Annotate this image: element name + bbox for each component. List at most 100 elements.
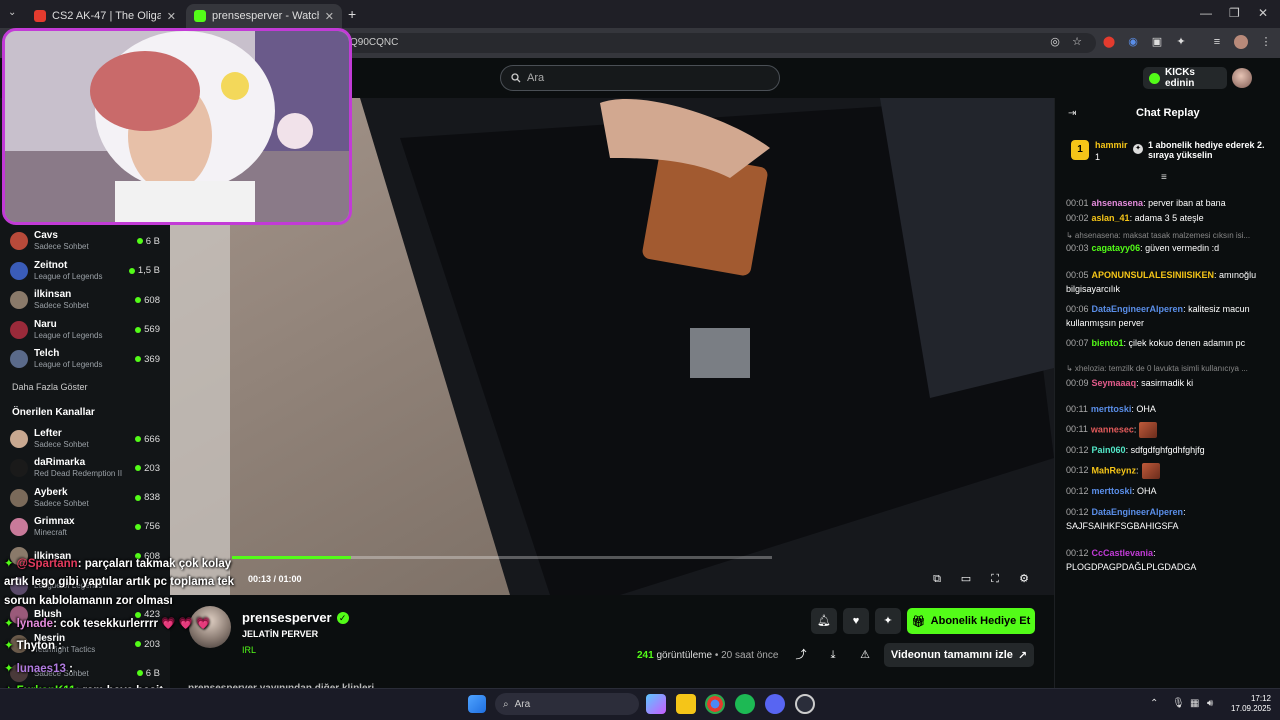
share-icon[interactable]: ⤴ <box>794 648 808 662</box>
tab-cs2[interactable]: CS2 AK-47 | The Oligarch - In g ✕ <box>26 4 184 28</box>
sidebar-channel[interactable]: Grimnax Minecraft 756 <box>10 513 160 541</box>
eye-off-icon[interactable]: ◎ <box>1048 35 1062 49</box>
message-user[interactable]: Pain060 <box>1092 445 1126 455</box>
channel-name[interactable]: prensesperver ✓ <box>242 610 349 625</box>
sidebar-channel[interactable]: Naru League of Legends 569 <box>10 316 160 344</box>
sidebar-channel[interactable]: Ayberk Sadece Sohbet 838 <box>10 484 160 512</box>
minimize-icon[interactable]: — <box>1200 6 1212 20</box>
show-more-link[interactable]: Daha Fazla Göster <box>12 382 88 392</box>
fullscreen-icon[interactable]: ⛶ <box>988 573 1002 586</box>
message-user[interactable]: APONUNSULALESINIISIKEN <box>1092 270 1215 280</box>
message-user[interactable]: cagatayy06 <box>1092 243 1141 253</box>
view-label: görüntüleme <box>656 650 713 661</box>
pip-icon[interactable]: ⧉ <box>930 573 944 586</box>
pinned-text: 1 abonelik hediye ederek 2. sıraya yükse… <box>1148 140 1265 160</box>
sidebar-channel[interactable]: ilkinsan Sadece Sohbet 608 <box>10 286 160 314</box>
url-field[interactable]: Q90CQNC <box>340 33 1096 53</box>
windows-start-icon[interactable] <box>468 695 486 713</box>
report-icon[interactable]: ⚠ <box>858 648 872 662</box>
time-display: 00:13 / 01:00 <box>248 574 302 584</box>
notification-bell-button[interactable]: 🔔︎ <box>811 608 837 634</box>
message-user[interactable]: ahsenasena <box>1092 198 1144 208</box>
steam-icon[interactable] <box>795 694 815 714</box>
chat-message: 00:02 aslan_41: adama 3 5 ateşle <box>1066 211 1270 225</box>
kicks-button[interactable]: KICKs edinin <box>1143 67 1227 89</box>
channel-name: daRimarka <box>34 457 86 469</box>
download-icon[interactable]: ⤓ <box>826 648 840 662</box>
channel-category: Sadece Sohbet <box>34 498 89 508</box>
file-explorer-icon[interactable] <box>676 694 696 714</box>
star-icon[interactable]: ☆ <box>1070 35 1084 49</box>
message-user[interactable]: MahReynz <box>1092 465 1137 475</box>
message-user[interactable]: DataEngineerAlperen <box>1092 304 1184 314</box>
channel-name: Zeitnot <box>34 259 68 271</box>
message-time: 00:12 <box>1066 465 1089 476</box>
puzzle-icon[interactable]: ✦ <box>1174 35 1188 49</box>
discord-icon[interactable] <box>765 694 785 714</box>
taskbar-search[interactable]: ⌕ Ara <box>495 693 639 715</box>
sidebar-channel[interactable]: daRimarka Red Dead Redemption II 203 <box>10 454 160 482</box>
clock-time: 17:12 <box>1250 694 1271 703</box>
message-user[interactable]: Seymaaaq <box>1092 378 1137 388</box>
media-icon[interactable]: ≡ <box>1210 35 1224 49</box>
collapse-chat-icon[interactable]: ⇥ <box>1068 108 1076 119</box>
message-user[interactable]: aslan_41 <box>1092 213 1130 223</box>
search-input[interactable]: Ara <box>500 65 780 91</box>
overlay-text: sorun kablolamanın zor olması <box>4 595 173 607</box>
restore-icon[interactable]: ❐ <box>1229 6 1240 20</box>
copilot-icon[interactable] <box>646 694 666 714</box>
tray-chevron-icon[interactable]: ⌃ <box>1150 698 1158 709</box>
sidebar-channel[interactable]: Zeitnot League of Legends 1,5 B <box>10 257 160 285</box>
channel-text: ilkinsan Sadece Sohbet <box>34 289 135 311</box>
extension-shield-icon[interactable]: ▣ <box>1150 35 1164 49</box>
extension-audio-icon[interactable]: ◉ <box>1126 35 1140 49</box>
filter-icon[interactable]: ≡ <box>1161 172 1167 183</box>
chrome-icon[interactable] <box>705 694 725 714</box>
viewer-count-text: 756 <box>144 521 160 533</box>
channel-avatar <box>10 261 28 280</box>
viewer-count: 756 <box>135 521 160 532</box>
taskbar-clock[interactable]: 17:12 17.09.2025 <box>1227 694 1271 714</box>
message-time: 00:12 <box>1066 507 1089 517</box>
message-text: : sdfgdfghfgdhfghjfg <box>1125 445 1205 455</box>
chat-message: 00:07 biento1: çilek kokuo denen adamın p… <box>1066 336 1270 350</box>
tab-kick[interactable]: prensesperver - Watch clips on ✕ <box>186 4 342 28</box>
new-tab-button[interactable]: + <box>348 6 356 22</box>
message-user[interactable]: merttoski <box>1092 486 1133 496</box>
sparkle-button[interactable]: ✦ <box>875 608 901 634</box>
channel-avatar <box>10 459 28 478</box>
message-user[interactable]: wannesec <box>1091 424 1134 434</box>
sidebar-channel[interactable]: Telch League of Legends 369 <box>10 345 160 373</box>
message-user[interactable]: biento1 <box>1092 338 1124 348</box>
message-time: 00:11 <box>1066 404 1088 414</box>
close-icon[interactable]: ✕ <box>167 10 176 23</box>
message-text: : <box>1136 465 1139 476</box>
close-window-icon[interactable]: ✕ <box>1258 6 1268 20</box>
mic-icon[interactable]: 🎙︎ <box>1172 698 1185 709</box>
watch-full-video-button[interactable]: Videonun tamamını izle ↗ <box>884 643 1034 667</box>
close-icon[interactable]: ✕ <box>325 10 334 23</box>
sidebar-channel[interactable]: Lefter Sadece Sohbet 666 <box>10 425 160 453</box>
menu-dots-icon[interactable]: ⋮ <box>1259 35 1273 49</box>
spotify-icon[interactable] <box>735 694 755 714</box>
pinned-user[interactable]: hammir <box>1095 140 1128 150</box>
volume-icon[interactable]: 🔊︎ <box>1207 698 1213 709</box>
viewer-count: 6 B <box>136 668 160 679</box>
user-avatar[interactable] <box>1232 68 1252 88</box>
profile-avatar-icon[interactable] <box>1234 35 1248 49</box>
settings-icon[interactable]: ⚙ <box>1017 573 1031 586</box>
message-user[interactable]: DataEngineerAlperen <box>1092 507 1184 517</box>
theater-icon[interactable]: ▭ <box>959 573 973 586</box>
gift-sub-button[interactable]: 🎁︎ Abonelik Hediye Et <box>907 608 1035 634</box>
extension-red-icon[interactable]: ⬤ <box>1102 35 1116 49</box>
like-button[interactable]: ♥ <box>843 608 869 634</box>
network-icon[interactable]: ▦ <box>1190 698 1199 709</box>
tab-list-chevron-icon[interactable]: ⌄ <box>8 7 16 18</box>
stream-category[interactable]: IRL <box>242 645 256 655</box>
sidebar-channel[interactable]: Cavs Sadece Sohbet 6 B <box>10 227 160 255</box>
message-text: : <box>1133 424 1137 435</box>
progress-bar[interactable] <box>232 556 772 559</box>
message-user[interactable]: merttoski <box>1091 404 1132 414</box>
message-user[interactable]: CcCastlevania <box>1092 548 1154 558</box>
channel-name-text: prensesperver <box>242 610 332 625</box>
